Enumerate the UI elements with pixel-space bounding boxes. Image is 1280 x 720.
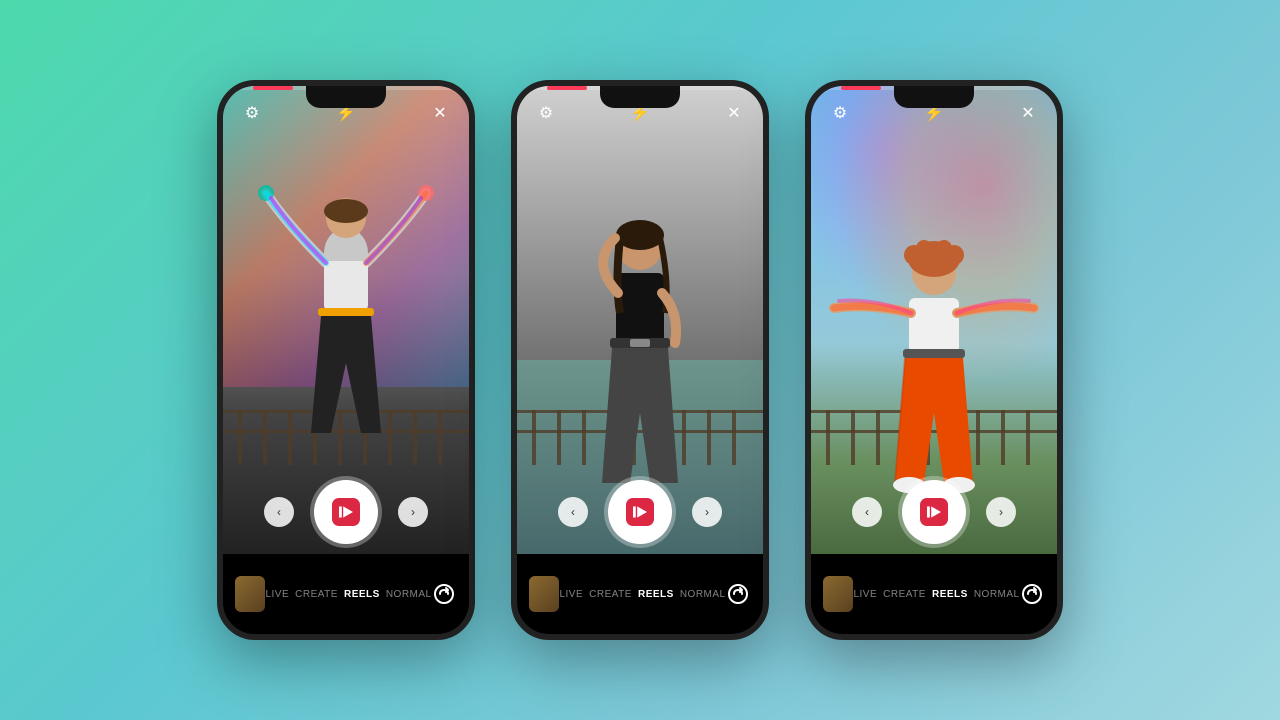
capture-area-1: ‹ [223, 480, 469, 544]
next-arrow-2[interactable]: › [692, 497, 722, 527]
person-svg-2 [560, 153, 720, 513]
camera-flip-2[interactable] [726, 579, 751, 609]
mode-reels-2[interactable]: REELS [638, 589, 674, 600]
phone-3: ⚙ ⚡ ✕ ‹ [805, 80, 1063, 640]
phone-notch-2 [600, 86, 680, 108]
flip-camera-icon-2 [727, 583, 749, 605]
settings-icon-1[interactable]: ⚙ [239, 100, 265, 126]
capture-area-2: ‹ [517, 480, 763, 544]
capture-inner-2 [619, 491, 661, 533]
phone-2-wrapper: ⚙ ⚡ ✕ ‹ [511, 80, 769, 640]
capture-area-3: ‹ [811, 480, 1057, 544]
mode-normal-2[interactable]: NORMAL [680, 589, 726, 600]
prev-arrow-1[interactable]: ‹ [264, 497, 294, 527]
settings-icon-3[interactable]: ⚙ [827, 100, 853, 126]
reels-icon-3 [920, 498, 948, 526]
phone-3-wrapper: ⚙ ⚡ ✕ ‹ [805, 80, 1063, 640]
fence-post-2a [532, 410, 536, 465]
close-icon-1[interactable]: ✕ [427, 100, 453, 126]
camera-flip-1[interactable] [432, 579, 457, 609]
mode-live-1[interactable]: LIVE [265, 589, 289, 600]
close-icon-2[interactable]: ✕ [721, 100, 747, 126]
mode-labels-1: LIVE CREATE REELS NORMAL [265, 589, 431, 600]
mode-labels-3: LIVE CREATE REELS NORMAL [853, 589, 1019, 600]
mode-create-2[interactable]: CREATE [589, 589, 632, 600]
bottom-bar-2: LIVE CREATE REELS NORMAL [517, 554, 763, 634]
phone-2: ⚙ ⚡ ✕ ‹ [511, 80, 769, 640]
fence-post-2i [732, 410, 736, 465]
progress-bar-fill-1 [253, 86, 293, 90]
mode-create-1[interactable]: CREATE [295, 589, 338, 600]
thumbnail-3[interactable] [823, 576, 853, 612]
mode-live-2[interactable]: LIVE [559, 589, 583, 600]
progress-bar-fill-2 [547, 86, 587, 90]
phone-notch-3 [894, 86, 974, 108]
next-arrow-1[interactable]: › [398, 497, 428, 527]
person-svg-1 [256, 173, 436, 513]
close-icon-3[interactable]: ✕ [1015, 100, 1041, 126]
progress-bar-fill-3 [841, 86, 881, 90]
bottom-bar-1: LIVE CREATE REELS NORMAL [223, 554, 469, 634]
next-arrow-3[interactable]: › [986, 497, 1016, 527]
camera-flip-3[interactable] [1020, 579, 1045, 609]
person-svg-3 [819, 183, 1049, 513]
mode-reels-1[interactable]: REELS [344, 589, 380, 600]
mode-create-3[interactable]: CREATE [883, 589, 926, 600]
phone-notch-1 [306, 86, 386, 108]
capture-button-1[interactable] [314, 480, 378, 544]
fence-post-1a [238, 410, 242, 465]
mode-labels-2: LIVE CREATE REELS NORMAL [559, 589, 725, 600]
flip-camera-icon-1 [433, 583, 455, 605]
mode-normal-1[interactable]: NORMAL [386, 589, 432, 600]
phone-1-wrapper: ⚙ ⚡ ✕ ‹ [217, 80, 475, 640]
prev-arrow-3[interactable]: ‹ [852, 497, 882, 527]
phone-1: ⚙ ⚡ ✕ ‹ [217, 80, 475, 640]
thumbnail-2[interactable] [529, 576, 559, 612]
capture-inner-3 [913, 491, 955, 533]
settings-icon-2[interactable]: ⚙ [533, 100, 559, 126]
mode-reels-3[interactable]: REELS [932, 589, 968, 600]
bottom-bar-3: LIVE CREATE REELS NORMAL [811, 554, 1057, 634]
thumbnail-1[interactable] [235, 576, 265, 612]
capture-button-2[interactable] [608, 480, 672, 544]
fence-post-1i [438, 410, 442, 465]
mode-normal-3[interactable]: NORMAL [974, 589, 1020, 600]
capture-inner-1 [325, 491, 367, 533]
reels-icon-2 [626, 498, 654, 526]
capture-button-3[interactable] [902, 480, 966, 544]
prev-arrow-2[interactable]: ‹ [558, 497, 588, 527]
reels-icon-1 [332, 498, 360, 526]
flip-camera-icon-3 [1021, 583, 1043, 605]
mode-live-3[interactable]: LIVE [853, 589, 877, 600]
